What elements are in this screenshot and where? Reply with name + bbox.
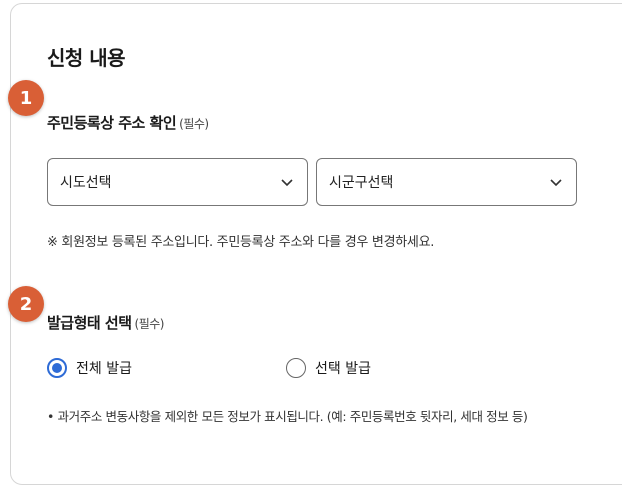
province-select[interactable]: 시도선택: [47, 158, 308, 206]
issue-type-label: 발급형태 선택 (필수): [47, 312, 164, 333]
radio-partial-issue-label: 선택 발급: [315, 361, 371, 377]
radio-unselected-icon[interactable]: [286, 358, 306, 378]
province-select-value: 시도선택: [60, 175, 112, 191]
address-confirm-label: 주민등록상 주소 확인 (필수): [47, 112, 209, 133]
address-confirm-label-text: 주민등록상 주소 확인: [47, 114, 177, 132]
district-select-value: 시군구선택: [329, 175, 394, 191]
issue-type-note: • 과거주소 변동사항을 제외한 모든 정보가 표시됩니다. (예: 주민등록번…: [47, 409, 528, 424]
chevron-down-icon: [550, 179, 562, 187]
required-mark: (필수): [134, 317, 165, 331]
radio-partial-issue[interactable]: 선택 발급: [286, 358, 371, 378]
radio-full-issue[interactable]: 전체 발급: [47, 358, 132, 378]
step-1-badge: 1: [8, 80, 44, 116]
district-select[interactable]: 시군구선택: [316, 158, 577, 206]
section-title: 신청 내용: [47, 46, 126, 70]
radio-selected-icon[interactable]: [47, 358, 67, 378]
chevron-down-icon: [281, 179, 293, 187]
radio-full-issue-label: 전체 발급: [76, 361, 132, 377]
required-mark: (필수): [179, 117, 209, 131]
step-2-badge: 2: [8, 286, 44, 322]
issue-type-label-text: 발급형태 선택: [47, 314, 132, 332]
address-note: ※ 회원정보 등록된 주소입니다. 주민등록상 주소와 다를 경우 변경하세요.: [47, 235, 435, 250]
